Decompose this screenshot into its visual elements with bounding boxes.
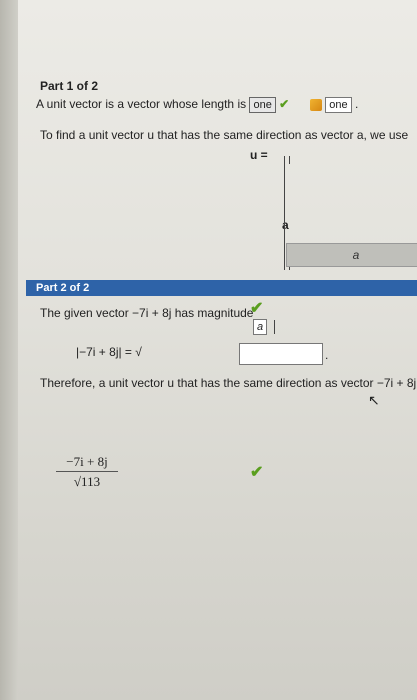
given-vector-sentence: The given vector −7i + 8j has magnitude bbox=[40, 306, 253, 320]
magnitude-period: . bbox=[325, 348, 329, 362]
formula-lhs: u = bbox=[250, 148, 268, 162]
answer-numerator: −7i + 8j bbox=[66, 454, 108, 469]
abs-bar-left bbox=[289, 156, 290, 164]
answer-fraction-line bbox=[56, 471, 118, 472]
check-icon: ✔ bbox=[279, 97, 290, 112]
inner-formula-group: a bbox=[253, 318, 275, 336]
find-unit-vector-sentence: To find a unit vector u that has the sam… bbox=[40, 128, 409, 142]
unit-vector-sentence: A unit vector is a vector whose length i… bbox=[36, 97, 358, 113]
mouse-cursor-icon: ↖ bbox=[368, 392, 380, 408]
answer-denominator: √113 bbox=[73, 474, 101, 489]
denominator-field[interactable]: a bbox=[286, 243, 417, 267]
magnitude-input[interactable] bbox=[239, 343, 323, 365]
homework-panel: Part 1 of 2 A unit vector is a vector wh… bbox=[18, 0, 417, 700]
given-vector-text: The given vector −7i + 8j has magnitude bbox=[40, 306, 254, 320]
unit-length-answer-box[interactable]: one bbox=[249, 97, 276, 113]
inner-a-box[interactable]: a bbox=[253, 318, 268, 335]
photo-edge bbox=[0, 0, 18, 700]
part2-header: Part 2 of 2 bbox=[26, 280, 417, 296]
unit-vector-text: A unit vector is a vector whose length i… bbox=[36, 97, 247, 112]
fraction-bar bbox=[284, 156, 285, 270]
therefore-sentence: Therefore, a unit vector u that has the … bbox=[40, 376, 417, 390]
pencil-icon[interactable] bbox=[309, 99, 322, 111]
formula-numerator: a bbox=[282, 218, 289, 232]
pencil-answer-box[interactable]: one bbox=[325, 97, 352, 113]
sentence-period: . bbox=[354, 97, 359, 112]
part1-title: Part 1 of 2 bbox=[40, 79, 99, 93]
inner-abs-bar bbox=[273, 319, 275, 334]
check-icon: ✔ bbox=[250, 464, 264, 481]
magnitude-expression: |−7i + 8j| = √ bbox=[76, 345, 142, 359]
